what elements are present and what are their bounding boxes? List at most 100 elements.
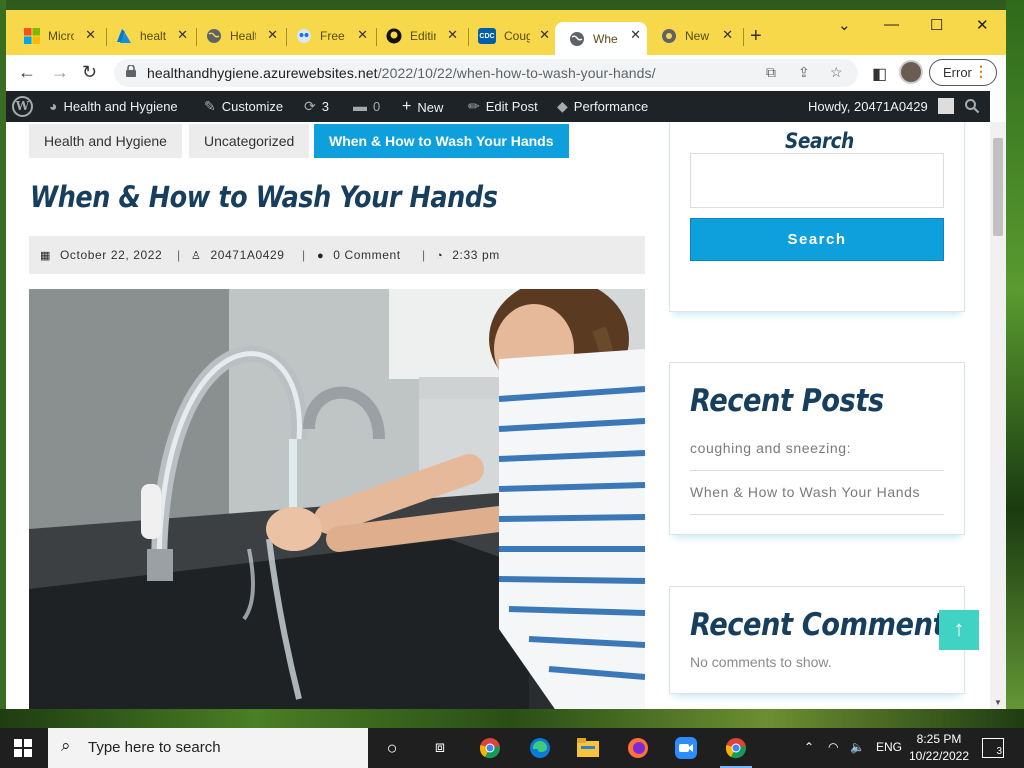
post-comments[interactable]: ● 0 Comment bbox=[317, 248, 401, 262]
new-content-link[interactable]: + New bbox=[402, 98, 443, 116]
customize-link[interactable]: ✎ Customize bbox=[204, 98, 283, 115]
comments-link[interactable]: ▬ 0 bbox=[353, 98, 380, 114]
chrome-active-icon[interactable] bbox=[720, 736, 752, 768]
recent-post-link[interactable]: coughing and sneezing: bbox=[690, 440, 851, 456]
divider bbox=[690, 514, 944, 515]
comments-icon: ● bbox=[317, 250, 325, 262]
side-panel-icon[interactable]: ◧ bbox=[872, 64, 887, 84]
share-icon[interactable]: ⇪ bbox=[798, 64, 810, 81]
close-icon[interactable]: ✕ bbox=[267, 27, 278, 43]
new-tab-button[interactable]: + bbox=[750, 25, 762, 48]
star-icon[interactable]: ☆ bbox=[830, 64, 843, 81]
zoom-icon[interactable] bbox=[674, 736, 698, 760]
edge-icon[interactable] bbox=[528, 736, 552, 760]
wp-admin-bar: W ◕ Health and Hygiene ✎ Customize ⟳ 3 ▬… bbox=[6, 91, 990, 122]
recent-post-link[interactable]: When & How to Wash Your Hands bbox=[690, 484, 920, 500]
close-icon[interactable]: ✕ bbox=[722, 27, 733, 43]
tab-editing[interactable]: Editin ✕ bbox=[372, 22, 464, 50]
desktop-wallpaper-right bbox=[1006, 0, 1024, 728]
my-account-link[interactable]: Howdy, 20471A0429 bbox=[808, 98, 954, 114]
admin-search-icon[interactable] bbox=[964, 98, 980, 114]
chevron-up-icon[interactable]: ⌃ bbox=[804, 740, 814, 754]
notification-center-icon[interactable]: 3 bbox=[982, 738, 1004, 758]
cortana-icon[interactable]: ○ bbox=[380, 736, 404, 760]
close-icon[interactable]: ✕ bbox=[630, 27, 641, 43]
desktop-wallpaper-bottom bbox=[0, 709, 1024, 728]
windows-start-icon[interactable] bbox=[14, 739, 32, 757]
post-date[interactable]: ▦ October 22, 2022 bbox=[40, 248, 162, 262]
volume-icon[interactable]: 🔈 bbox=[850, 740, 865, 754]
post-comments-text: 0 Comment bbox=[333, 248, 401, 262]
back-to-top-button[interactable]: ↑ bbox=[939, 610, 979, 650]
meta-separator: | bbox=[302, 248, 306, 262]
post-date-text: October 22, 2022 bbox=[60, 248, 163, 262]
close-icon[interactable]: ✕ bbox=[447, 27, 458, 43]
maximize-icon[interactable]: ☐ bbox=[930, 16, 943, 34]
edit-post-link[interactable]: ✏ Edit Post bbox=[468, 98, 538, 115]
close-window-icon[interactable]: ✕ bbox=[976, 16, 989, 34]
updates-link[interactable]: ⟳ 3 bbox=[304, 98, 329, 115]
wifi-icon[interactable]: ◠ bbox=[828, 740, 838, 754]
howdy-label: Howdy, 20471A0429 bbox=[808, 98, 928, 114]
chrome-icon[interactable] bbox=[478, 736, 502, 760]
post-meta: ▦ October 22, 2022 | ♙ 20471A0429 | ● 0 Com… bbox=[29, 236, 645, 274]
task-view-icon[interactable]: ⧈ bbox=[428, 736, 452, 760]
reload-icon[interactable]: ↻ bbox=[82, 62, 97, 83]
taskbar-search-box[interactable]: ⌕ Type here to search bbox=[48, 728, 368, 768]
menu-dots-icon[interactable]: ⋮ bbox=[974, 63, 988, 80]
tab-new[interactable]: New ✕ bbox=[647, 22, 739, 50]
tab-label: Coug bbox=[504, 29, 530, 43]
tab-label: Free bbox=[320, 29, 345, 43]
comment-icon: ▬ bbox=[353, 98, 367, 114]
post-author-text: 20471A0429 bbox=[210, 248, 285, 262]
performance-link[interactable]: ◆ Performance bbox=[557, 98, 648, 115]
scroll-down-arrow-icon[interactable]: ▼ bbox=[994, 698, 1002, 707]
tab-microsoft[interactable]: Micro ✕ bbox=[10, 22, 102, 50]
wordpress-logo-icon[interactable]: W bbox=[12, 96, 33, 117]
sidebar-search-button[interactable]: Search bbox=[690, 218, 944, 261]
tab-health[interactable]: Healt ✕ bbox=[192, 22, 284, 50]
post-author[interactable]: ♙ 20471A0429 bbox=[191, 248, 285, 262]
tab-label: Healt bbox=[230, 29, 256, 43]
profile-error-button[interactable]: Error ⋮ bbox=[929, 59, 997, 86]
close-icon[interactable]: ✕ bbox=[539, 27, 550, 43]
system-clock[interactable]: 8:25 PM 10/22/2022 bbox=[908, 731, 970, 765]
close-icon[interactable]: ✕ bbox=[357, 27, 368, 43]
no-comments-text: No comments to show. bbox=[690, 654, 832, 670]
tab-separator bbox=[743, 28, 744, 46]
site-name-link[interactable]: ◕ Health and Hygiene bbox=[49, 98, 178, 114]
comments-count: 0 bbox=[373, 98, 381, 114]
tab-when-active[interactable]: Whe ✕ bbox=[555, 22, 647, 55]
notification-count: 3 bbox=[996, 746, 1002, 757]
tab-azure[interactable]: healt ✕ bbox=[102, 22, 194, 50]
tab-search-chevron-icon[interactable]: ⌄ bbox=[838, 16, 851, 34]
tab-label: healt bbox=[140, 29, 166, 43]
microsoft-icon bbox=[24, 28, 40, 44]
forward-arrow-icon[interactable]: → bbox=[51, 62, 69, 83]
file-explorer-icon[interactable] bbox=[576, 736, 600, 760]
tab-free[interactable]: Free ✕ bbox=[282, 22, 374, 50]
breadcrumb-home[interactable]: Health and Hygiene bbox=[29, 124, 182, 158]
back-arrow-icon[interactable]: ← bbox=[18, 62, 36, 83]
address-bar[interactable]: healthandhygiene.azurewebsites.net/2022/… bbox=[114, 59, 858, 87]
performance-icon: ◆ bbox=[557, 98, 568, 114]
profile-avatar[interactable] bbox=[899, 60, 923, 84]
firefox-icon[interactable] bbox=[626, 736, 650, 760]
language-indicator[interactable]: ENG bbox=[876, 740, 902, 754]
page-scrollbar[interactable]: ▼ bbox=[990, 122, 1006, 709]
updates-count: 3 bbox=[321, 99, 329, 114]
lock-icon[interactable] bbox=[126, 65, 136, 77]
translate-icon[interactable]: ⧉ bbox=[766, 64, 776, 81]
close-icon[interactable]: ✕ bbox=[85, 27, 96, 43]
featured-image bbox=[29, 289, 645, 709]
scrollbar-thumb[interactable] bbox=[993, 138, 1003, 236]
sidebar-search-input[interactable] bbox=[690, 153, 944, 208]
search-icon: ⌕ bbox=[61, 736, 71, 755]
post-time-text: 2:33 pm bbox=[452, 248, 500, 262]
minimize-icon[interactable]: — bbox=[884, 16, 899, 33]
tab-cdc[interactable]: CDC Coug ✕ bbox=[464, 22, 556, 50]
close-icon[interactable]: ✕ bbox=[177, 27, 188, 43]
calendar-icon: ▦ bbox=[40, 250, 51, 262]
url-text[interactable]: healthandhygiene.azurewebsites.net/2022/… bbox=[147, 65, 656, 81]
breadcrumb-category[interactable]: Uncategorized bbox=[189, 124, 310, 158]
